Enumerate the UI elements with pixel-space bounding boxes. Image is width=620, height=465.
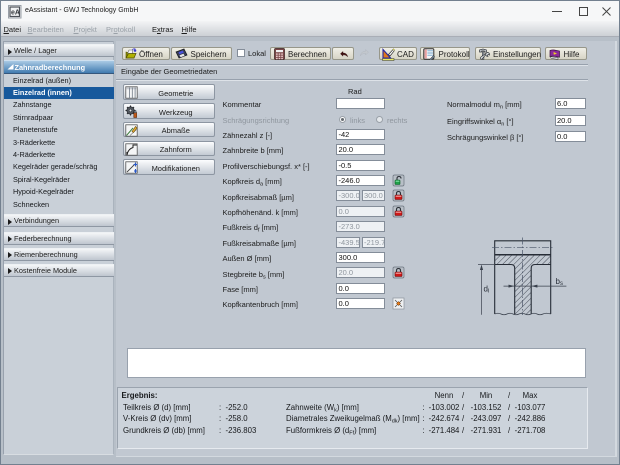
svg-text:bs: bs — [556, 277, 563, 287]
svg-text:eA: eA — [11, 10, 20, 17]
svg-text:di: di — [484, 285, 490, 295]
